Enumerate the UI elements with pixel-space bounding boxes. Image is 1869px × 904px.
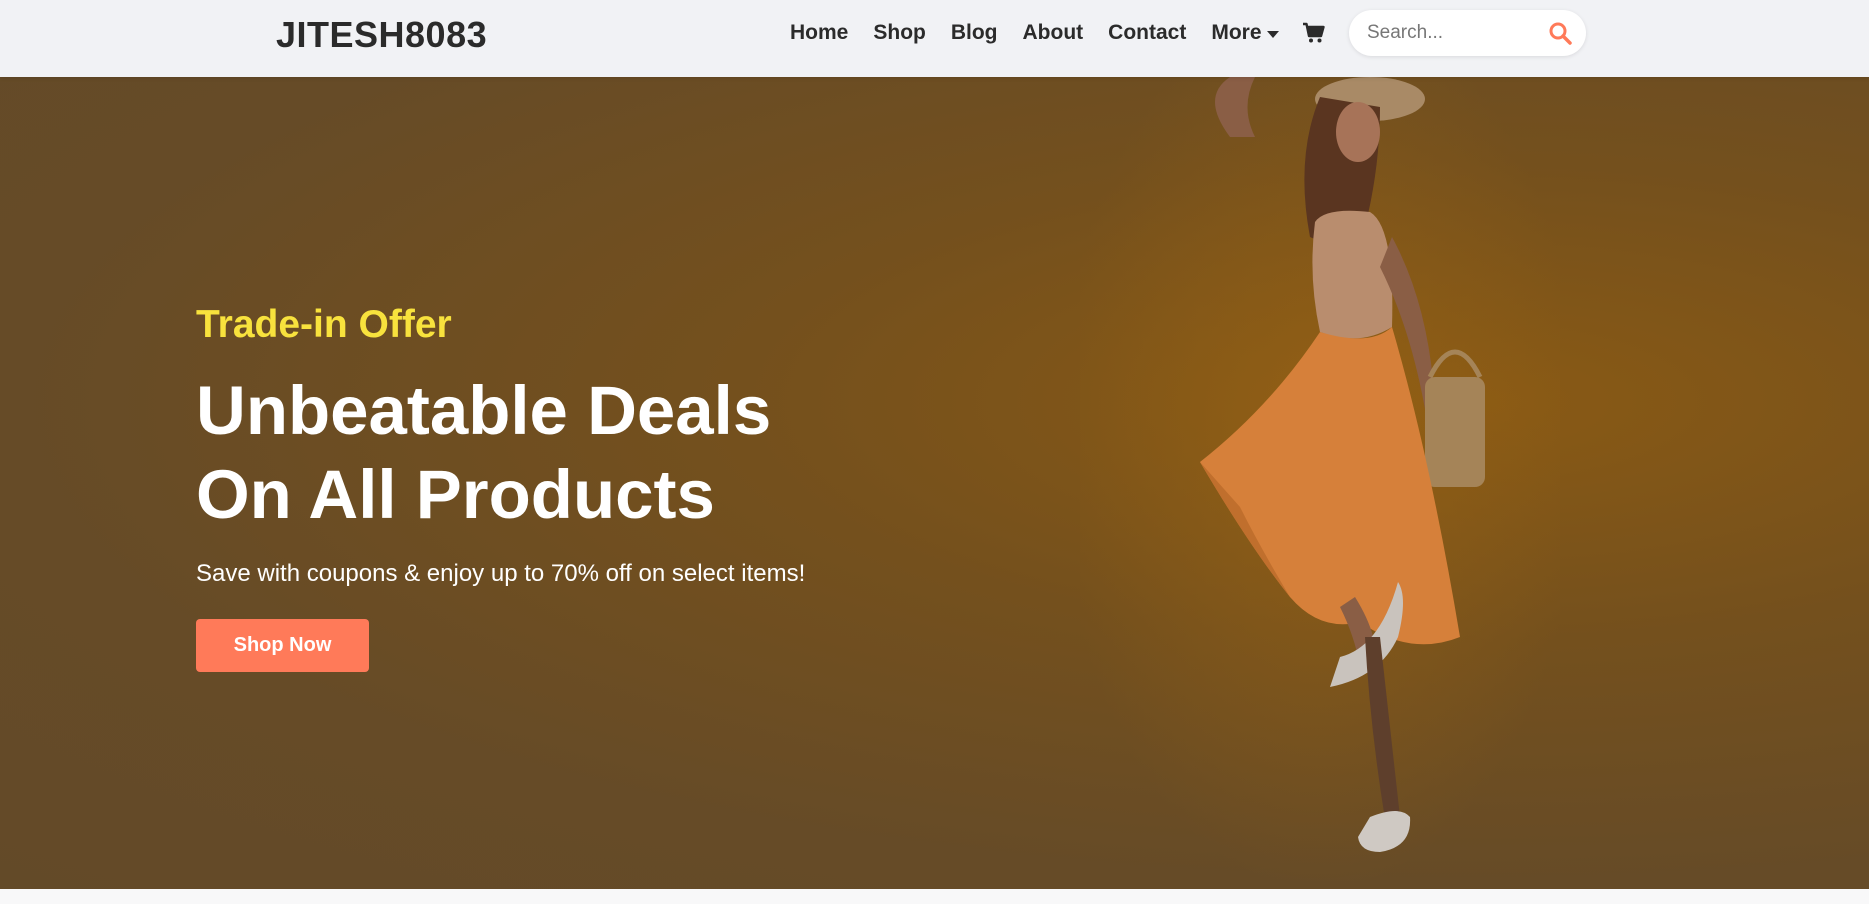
caret-down-icon: [1266, 30, 1279, 38]
search-icon[interactable]: [1548, 21, 1572, 45]
shop-now-button[interactable]: Shop Now: [196, 619, 369, 672]
hero-headline-line2: On All Products: [196, 456, 715, 533]
offer-label: Trade-in Offer: [196, 303, 452, 346]
hero-subtext: Save with coupons & enjoy up to 70% off …: [196, 560, 806, 587]
nav-link-blog[interactable]: Blog: [951, 21, 998, 45]
cart-icon[interactable]: [1302, 21, 1326, 45]
hero-banner: Trade-in Offer Unbeatable Deals On All P…: [0, 77, 1869, 889]
nav-link-about[interactable]: About: [1023, 21, 1084, 45]
search-input[interactable]: [1367, 21, 1537, 45]
page-section-divider: [0, 889, 1869, 904]
search-box: [1349, 10, 1586, 56]
nav-more-dropdown[interactable]: More: [1211, 21, 1279, 45]
nav-link-home[interactable]: Home: [790, 21, 848, 45]
nav-links: Home Shop Blog About Contact More: [790, 20, 1304, 46]
nav-link-contact[interactable]: Contact: [1108, 21, 1186, 45]
site-logo[interactable]: JITESH8083: [276, 14, 487, 56]
top-navbar: JITESH8083 Home Shop Blog About Contact …: [0, 0, 1869, 77]
nav-more-label: More: [1211, 21, 1262, 44]
hero-headline-line1: Unbeatable Deals: [196, 372, 772, 449]
hero-model-image: [1080, 77, 1560, 889]
hero-headline: Unbeatable Deals On All Products: [196, 369, 896, 537]
nav-link-shop[interactable]: Shop: [873, 21, 926, 45]
